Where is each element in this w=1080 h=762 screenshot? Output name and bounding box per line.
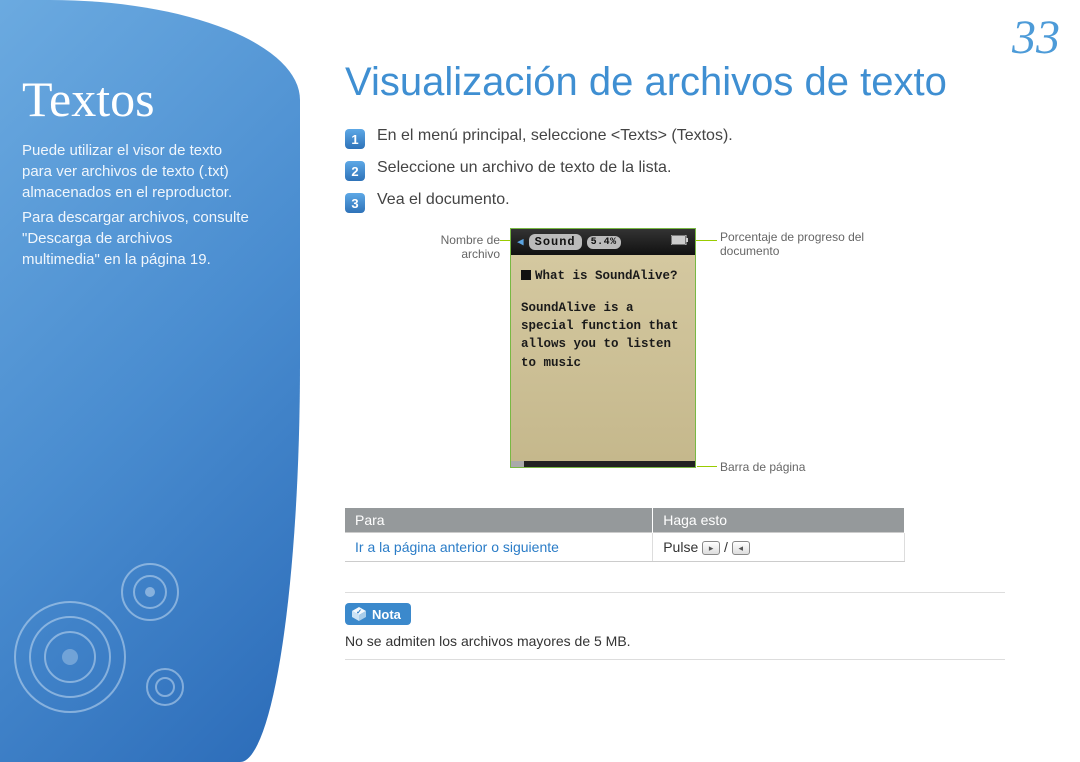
page-number: 33	[1012, 10, 1060, 65]
step-text: Vea el documento.	[377, 191, 510, 209]
battery-icon	[671, 235, 689, 249]
note-section: ✓ Nota No se admiten los archivos mayore…	[345, 592, 1005, 660]
step-number-icon: 1	[345, 129, 365, 149]
slash: /	[724, 539, 728, 555]
device-body-text: SoundAlive is a special function that al…	[521, 299, 685, 372]
device-text-area: What is SoundAlive? SoundAlive is a spec…	[511, 255, 695, 461]
sidebar-title: Textos	[22, 70, 272, 128]
step-3: 3 Vea el documento.	[345, 191, 1045, 213]
actions-table: Para Haga esto Ir a la página anterior o…	[345, 508, 905, 562]
steps-list: 1 En el menú principal, seleccione <Text…	[345, 127, 1045, 213]
sidebar-desc-2: Para descargar archivos, consulte "Desca…	[22, 207, 252, 270]
table-header-row: Para Haga esto	[345, 508, 905, 533]
step-text: Seleccione un archivo de texto de la lis…	[377, 159, 671, 177]
table-header-para: Para	[345, 508, 653, 533]
device-heading: What is SoundAlive?	[535, 269, 678, 283]
note-badge: ✓ Nota	[345, 603, 411, 625]
svg-text:✓: ✓	[356, 609, 362, 616]
callout-filename: Nombre de archivo	[405, 233, 500, 262]
back-arrow-icon: ◀	[517, 235, 524, 249]
status-progress-pct: 5.4%	[587, 236, 621, 249]
status-filename: Sound	[529, 234, 582, 250]
step-number-icon: 2	[345, 161, 365, 181]
callout-progress: Porcentaje de progreso del documento	[720, 230, 890, 259]
decorative-circles	[10, 537, 200, 732]
note-text: No se admiten los archivos mayores de 5 …	[345, 633, 1005, 649]
sidebar: Textos Puede utilizar el visor de texto …	[0, 0, 300, 762]
prev-button-icon: ◂	[732, 541, 750, 555]
table-cell-action[interactable]: Ir a la página anterior o siguiente	[345, 533, 653, 562]
note-label: Nota	[372, 607, 401, 622]
step-1: 1 En el menú principal, seleccione <Text…	[345, 127, 1045, 149]
main-title: Visualización de archivos de texto	[345, 60, 1045, 105]
main-content: Visualización de archivos de texto 1 En …	[345, 60, 1045, 660]
sidebar-desc-1: Puede utilizar el visor de texto para ve…	[22, 140, 252, 203]
pulse-label: Pulse	[663, 539, 698, 555]
step-2: 2 Seleccione un archivo de texto de la l…	[345, 159, 1045, 181]
device-page-bar	[511, 461, 695, 467]
step-text: En el menú principal, seleccione <Texts>…	[377, 127, 733, 145]
table-cell-howto: Pulse ▸ / ◂	[653, 533, 905, 562]
table-row: Ir a la página anterior o siguiente Puls…	[345, 533, 905, 562]
device-screen: ◀ Sound 5.4% What is SoundAlive? SoundAl…	[510, 228, 696, 468]
callout-pagebar: Barra de página	[720, 460, 805, 474]
device-status-bar: ◀ Sound 5.4%	[511, 229, 695, 255]
note-cube-icon: ✓	[351, 606, 367, 622]
next-button-icon: ▸	[702, 541, 720, 555]
bullet-icon	[521, 270, 531, 280]
step-number-icon: 3	[345, 193, 365, 213]
table-header-haga: Haga esto	[653, 508, 905, 533]
device-figure: Nombre de archivo Porcentaje de progreso…	[405, 228, 925, 488]
